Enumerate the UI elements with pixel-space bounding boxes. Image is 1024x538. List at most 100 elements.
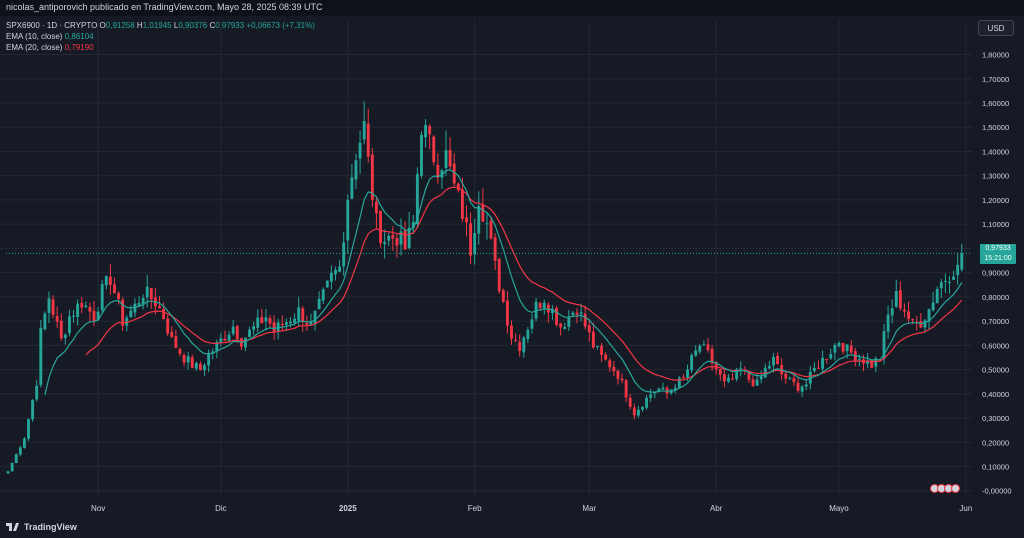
candle-body (636, 409, 640, 416)
candle-body (158, 306, 161, 309)
candlestick-chart[interactable]: 1,80000 1,70000 1,60000 1,50000 1,40000 1,300… (0, 0, 1024, 538)
candle-body (301, 308, 305, 323)
candle-body (403, 230, 407, 250)
candle-body (55, 316, 59, 322)
candle-body (804, 384, 808, 387)
candle-body (939, 282, 943, 289)
candle-body (174, 336, 178, 349)
candle-body (84, 305, 88, 308)
candle-body (612, 366, 616, 372)
bar-countdown: 15:21:00 (984, 255, 1012, 262)
y-tick-label: 0,80000 (982, 293, 1009, 302)
tradingview-logo[interactable]: TradingView (6, 522, 77, 532)
candle-body (624, 380, 628, 398)
y-tick-label: 0,20000 (982, 438, 1009, 447)
candle-body (129, 310, 133, 317)
candle-body (845, 344, 849, 352)
candle-body (522, 337, 526, 353)
candle-body (321, 289, 325, 301)
candle-body (575, 312, 579, 315)
flag-icon[interactable] (951, 484, 960, 493)
candle-body (100, 284, 104, 311)
candle-body (849, 345, 853, 353)
candle-body (39, 327, 43, 385)
candle-body (497, 258, 501, 292)
x-tick-label: Mar (582, 504, 596, 513)
time-axis[interactable]: Nov Dic 2025 Feb Mar Abr Mayo Jun (91, 504, 972, 513)
candle-body (113, 284, 116, 294)
candle-body (387, 235, 391, 241)
candle-body (395, 238, 399, 246)
candle-body (681, 377, 685, 379)
y-tick-label: 1,80000 (982, 51, 1009, 60)
candle-body (280, 323, 284, 326)
candle-body (80, 302, 84, 308)
candle-body (919, 321, 923, 328)
candle-body (632, 407, 636, 416)
candle-body (362, 121, 366, 140)
candle-body (694, 350, 698, 356)
candle-body (948, 281, 951, 283)
candle-body (354, 160, 358, 180)
x-tick-label: 2025 (339, 504, 357, 513)
candle-body (375, 201, 378, 214)
candle-body (329, 272, 333, 282)
candle-body (608, 360, 612, 368)
candle-body (784, 373, 788, 379)
candle-body (346, 199, 350, 241)
candle-body (448, 150, 452, 167)
candle-body (485, 223, 489, 225)
x-tick-label: Jun (959, 504, 972, 513)
candle-body (718, 369, 722, 375)
candle-body (186, 356, 190, 363)
candle-body (383, 241, 387, 244)
candle-body (456, 183, 460, 191)
candle-body (727, 377, 730, 382)
candle-body (903, 309, 906, 312)
candle-body (890, 308, 894, 316)
candle-body (505, 300, 509, 326)
y-tick-label: 1,20000 (982, 196, 1009, 205)
candle-body (817, 367, 820, 369)
candle-body (751, 379, 755, 386)
candle-body (366, 123, 370, 157)
candle-body (952, 276, 956, 280)
candle-body (943, 280, 947, 282)
candle-body (555, 308, 558, 326)
candle-body (432, 136, 436, 163)
candle-body (108, 276, 112, 285)
event-flags[interactable] (930, 484, 960, 493)
candle-body (313, 310, 317, 324)
x-tick-label: Nov (91, 504, 105, 513)
candle-body (583, 313, 587, 327)
candle-body (14, 454, 18, 464)
candle-body (825, 358, 829, 360)
candle-body (571, 312, 575, 316)
candle-body (31, 400, 35, 420)
candle-body (526, 329, 530, 339)
candle-body (759, 376, 763, 380)
candle-body (182, 354, 186, 363)
candle-body (137, 303, 141, 306)
candle-body (792, 378, 796, 382)
candle-body (43, 313, 47, 330)
candle-body (194, 362, 198, 369)
candle-body (338, 266, 342, 272)
price-axis[interactable]: 1,80000 1,70000 1,60000 1,50000 1,40000 1,300… (982, 51, 1012, 496)
candle-body (960, 253, 964, 270)
candle-body (63, 334, 67, 339)
candle-body (620, 378, 624, 381)
candle-body (542, 302, 546, 309)
candle-body (911, 319, 915, 321)
candle-body (923, 320, 927, 328)
y-tick-label: 0,90000 (982, 269, 1009, 278)
candle-body (133, 303, 137, 313)
candle-body (407, 227, 411, 248)
candle-body (591, 331, 595, 348)
candle-body (145, 286, 149, 298)
candle-body (358, 142, 362, 159)
candle-body (18, 447, 22, 455)
candle-body (68, 316, 71, 334)
candle-body (10, 462, 14, 472)
candle-body (661, 387, 665, 390)
